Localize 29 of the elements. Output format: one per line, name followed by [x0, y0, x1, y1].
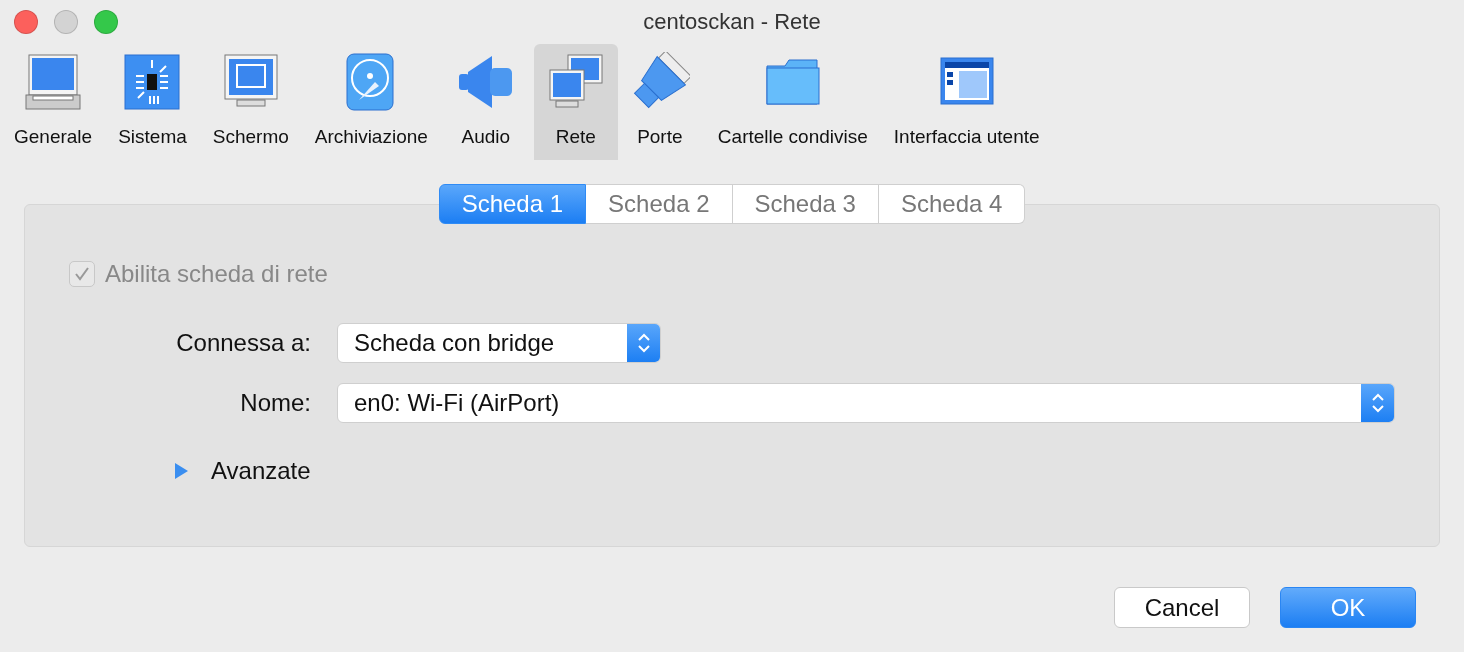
field-label: Connessa a: [175, 329, 312, 357]
minimize-button[interactable] [54, 10, 78, 34]
dropdown[interactable]: en0: Wi-Fi (AirPort) [337, 383, 1395, 423]
toolbar-item[interactable]: Cartelle condivise [707, 44, 878, 160]
field-label: Nome: [239, 389, 312, 417]
chip-icon [122, 52, 183, 112]
toolbar-item[interactable]: Rete [533, 44, 618, 160]
tab[interactable]: Scheda 2 [586, 184, 733, 224]
dropdown[interactable]: Scheda con bridge [337, 323, 661, 363]
close-button[interactable] [14, 10, 38, 34]
window-title: centosckan - Rete [643, 9, 821, 35]
triangle-right-icon[interactable] [173, 461, 189, 481]
computer-icon [23, 52, 84, 112]
checkmark-icon [73, 265, 91, 283]
up-down-arrows-icon [636, 332, 651, 354]
tab[interactable]: Scheda 4 [878, 184, 1026, 224]
up-down-arrows-icon [1370, 392, 1385, 414]
toolbar-item[interactable]: Schermo [202, 44, 299, 160]
toolbar-item[interactable]: Interfaccia utente [883, 44, 1050, 160]
disclosure-label: Avanzate [211, 457, 311, 485]
zoom-button[interactable] [94, 10, 118, 34]
cancel-button[interactable]: Cancel [1114, 587, 1250, 628]
toolbar-item[interactable]: Porte [617, 44, 702, 160]
checkbox-label: Abilita scheda di rete [105, 260, 328, 288]
toolbar-item[interactable]: Generale [4, 44, 103, 160]
tab[interactable]: Scheda 3 [732, 184, 879, 224]
toolbar-item[interactable]: Sistema [108, 44, 197, 160]
toolbar-item[interactable]: Audio [443, 44, 528, 160]
toolbar-item[interactable]: Archiviazione [304, 44, 438, 160]
